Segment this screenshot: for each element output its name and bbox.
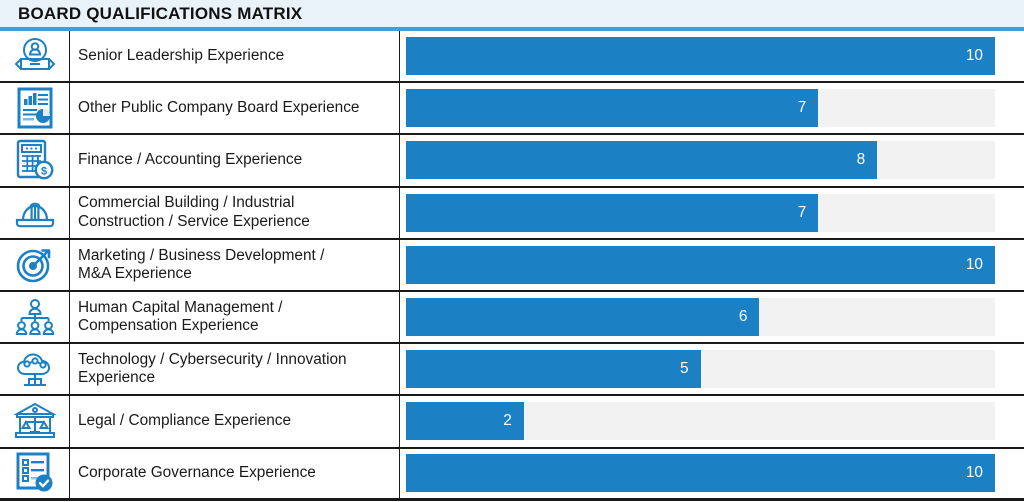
bar-fill: 7: [406, 193, 819, 232]
bar-track: 2: [406, 402, 995, 441]
bar-track: 10: [406, 454, 995, 493]
qualification-label-cell: Finance / Accounting Experience: [70, 135, 400, 186]
bar-value-label: 7: [797, 203, 807, 221]
qualification-label-cell: Marketing / Business Development / M&A Ex…: [70, 239, 400, 290]
courthouse-scales-icon: [12, 401, 57, 441]
cloud-network-icon: [13, 349, 57, 389]
qualification-label: Technology / Cybersecurity / Innovation E…: [78, 351, 347, 387]
qualification-bar-cell: 8: [400, 135, 1024, 185]
qualification-icon-cell: [0, 291, 70, 343]
qualification-bar-cell: 10: [400, 31, 1024, 81]
table-row: Commercial Building / Industrial Construc…: [0, 187, 1024, 240]
bar-value-label: 7: [797, 99, 807, 117]
bar-fill: 10: [406, 454, 995, 493]
qualification-label-cell: Legal / Compliance Experience: [70, 396, 400, 447]
qualification-icon-cell: [0, 83, 70, 134]
qualification-icon-cell: [0, 396, 70, 447]
qualification-label-cell: Commercial Building / Industrial Construc…: [70, 187, 400, 238]
qualification-bar-cell: 2: [400, 396, 1024, 446]
qualification-label: Commercial Building / Industrial Construc…: [78, 194, 310, 230]
qualification-icon-cell: $: [0, 135, 70, 186]
bar-track: 5: [406, 350, 995, 389]
bar-track: 7: [406, 193, 995, 232]
qualification-label: Finance / Accounting Experience: [78, 151, 303, 169]
bar-track: 7: [406, 89, 995, 128]
bar-value-label: 5: [679, 360, 689, 378]
svg-text:$: $: [40, 166, 46, 178]
qualification-icon-cell: [0, 239, 70, 290]
qualification-label: Human Capital Management / Compensation E…: [78, 298, 283, 335]
qualification-label: Legal / Compliance Experience: [78, 412, 292, 430]
bar-track: 6: [406, 298, 995, 337]
qualification-icon-cell: [0, 448, 70, 498]
award-badge-icon: [13, 36, 57, 76]
bar-fill: 10: [406, 245, 995, 284]
bar-fill: 7: [406, 89, 819, 128]
qualification-icon-cell: [0, 31, 70, 82]
board-qualifications-matrix: BOARD QUALIFICATIONS MATRIX Senior Leade…: [0, 0, 1024, 502]
qualification-icon-cell: [0, 187, 70, 238]
qualification-bar-cell: 10: [400, 449, 1024, 498]
qualification-label-cell: Senior Leadership Experience: [70, 31, 400, 82]
report-document-icon: [16, 87, 54, 129]
org-chart-people-icon: [14, 297, 56, 337]
bar-track: 10: [406, 245, 995, 284]
bar-fill: 5: [406, 350, 701, 389]
qualification-label: Marketing / Business Development / M&A Ex…: [78, 246, 325, 282]
bar-fill: 10: [406, 37, 995, 76]
qualification-label-cell: Corporate Governance Experience: [70, 448, 400, 498]
qualification-bar-cell: 6: [400, 292, 1024, 342]
table-row: Corporate Governance Experience 10: [0, 448, 1024, 501]
qualification-label: Other Public Company Board Experience: [78, 99, 360, 117]
page-title: BOARD QUALIFICATIONS MATRIX: [18, 3, 303, 23]
bar-value-label: 8: [856, 151, 866, 169]
bar-fill: 2: [406, 402, 524, 441]
table-row: Other Public Company Board Experience 7: [0, 83, 1024, 136]
qualification-label-cell: Human Capital Management / Compensation E…: [70, 291, 400, 343]
qualification-bar-cell: 7: [400, 83, 1024, 133]
table-row: Senior Leadership Experience 10: [0, 31, 1024, 84]
checklist-approved-icon: [15, 452, 55, 494]
table-row: $ Finance / Accounting Experience 8: [0, 135, 1024, 188]
bar-value-label: 10: [965, 47, 983, 65]
bar-track: 10: [406, 37, 995, 76]
qualification-label-cell: Other Public Company Board Experience: [70, 83, 400, 134]
bar-value-label: 10: [965, 464, 983, 482]
matrix-header: BOARD QUALIFICATIONS MATRIX: [0, 0, 1024, 31]
qualification-bar-cell: 10: [400, 240, 1024, 290]
table-row: Legal / Compliance Experience 2: [0, 396, 1024, 449]
bar-track: 8: [406, 141, 995, 180]
qualification-label: Senior Leadership Experience: [78, 47, 285, 64]
bar-fill: 8: [406, 141, 878, 180]
qualification-bar-cell: 7: [400, 188, 1024, 238]
hard-hat-icon: [13, 194, 57, 232]
table-row: Human Capital Management / Compensation E…: [0, 291, 1024, 345]
calculator-dollar-icon: $: [15, 139, 55, 181]
table-row: Technology / Cybersecurity / Innovation E…: [0, 344, 1024, 397]
bar-value-label: 2: [503, 412, 512, 430]
qualification-bar-cell: 5: [400, 344, 1024, 394]
bar-fill: 6: [406, 298, 760, 337]
qualification-icon-cell: [0, 344, 70, 395]
matrix-rows: Senior Leadership Experience 10 Other Pub…: [0, 31, 1024, 501]
table-row: Marketing / Business Development / M&A Ex…: [0, 239, 1024, 292]
qualification-label-cell: Technology / Cybersecurity / Innovation E…: [70, 344, 400, 395]
qualification-label: Corporate Governance Experience: [78, 464, 316, 481]
bar-value-label: 6: [738, 308, 748, 326]
bar-value-label: 10: [965, 255, 983, 273]
target-arrow-icon: [14, 245, 56, 285]
